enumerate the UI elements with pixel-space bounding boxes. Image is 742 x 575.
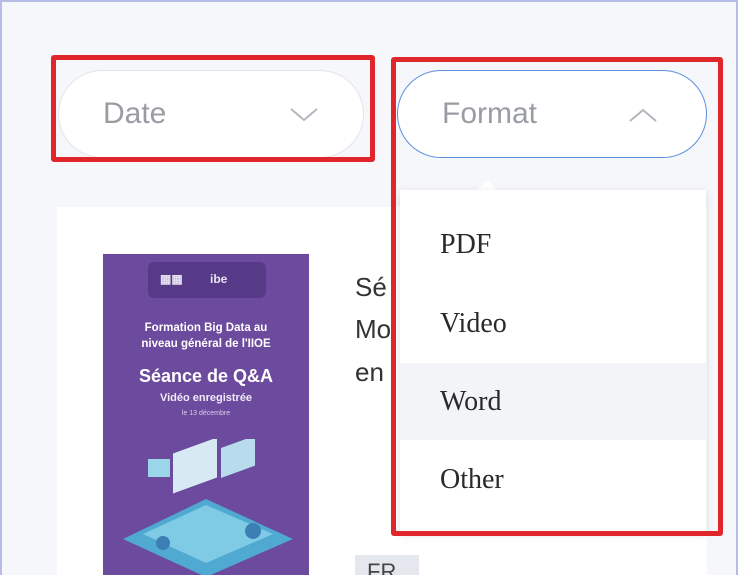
format-option-other[interactable]: Other — [400, 445, 706, 515]
format-option-video[interactable]: Video — [400, 289, 706, 359]
format-dropdown-menu: PDF Video Word Other — [400, 190, 706, 533]
card-title-line-2[interactable]: Mo — [355, 314, 391, 345]
thumb-illustration — [123, 439, 293, 575]
language-badge: FR — [355, 555, 419, 575]
date-filter-label: Date — [103, 97, 167, 130]
chevron-down-icon — [290, 108, 318, 122]
partner-logos: ▦▦ ibe — [148, 262, 266, 298]
unesco-logo-icon: ▦▦ — [160, 272, 183, 286]
resource-thumbnail[interactable]: ▦▦ ibe Formation Big Data au niveau géné… — [103, 254, 309, 575]
card-title-line-3[interactable]: en — [355, 357, 384, 388]
card-title-line-1[interactable]: Sé — [355, 272, 387, 303]
thumb-subtitle: Vidéo enregistrée — [159, 392, 253, 404]
chevron-up-icon — [629, 108, 657, 122]
format-option-pdf[interactable]: PDF — [400, 210, 706, 280]
format-filter-label: Format — [442, 97, 538, 130]
thumb-line-1: Formation Big Data au — [144, 322, 268, 334]
format-filter-select[interactable]: Format — [397, 70, 707, 158]
thumb-title: Séance de Q&A — [138, 366, 274, 386]
format-option-word[interactable]: Word — [400, 363, 706, 440]
thumb-line-2: niveau général de l'IIOE — [141, 338, 271, 350]
thumb-date: le 13 décembre — [181, 410, 231, 417]
ibe-logo: ibe — [210, 272, 228, 286]
date-filter-select[interactable]: Date — [58, 70, 364, 158]
filter-panel: ▦▦ ibe Formation Big Data au niveau géné… — [0, 0, 738, 575]
